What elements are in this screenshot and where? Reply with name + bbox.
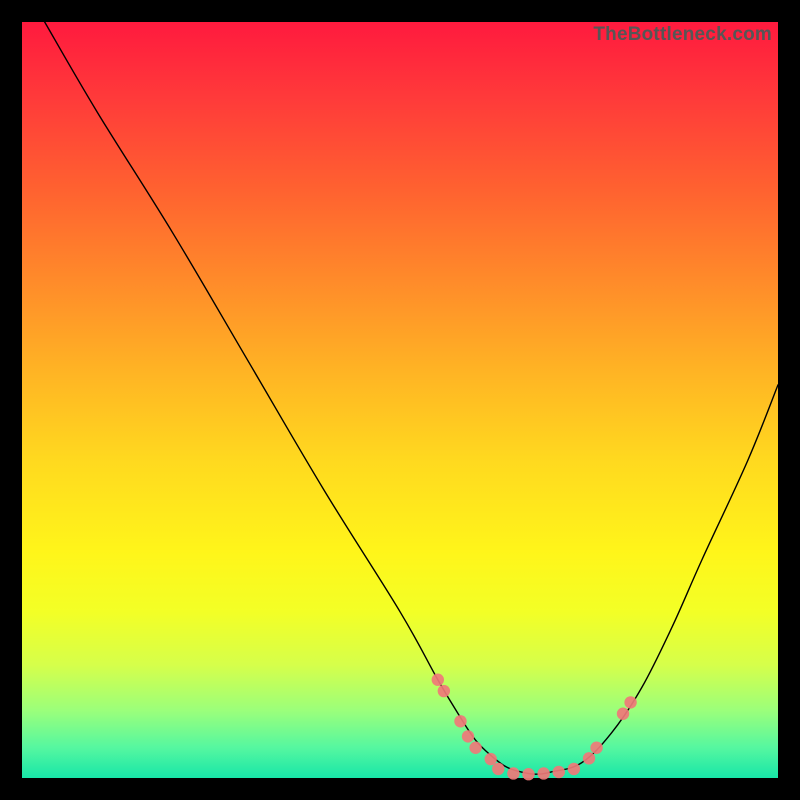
curve-marker [553, 766, 565, 778]
curve-markers [432, 674, 637, 781]
curve-marker [469, 742, 481, 754]
curve-marker [485, 753, 497, 765]
chart-frame: TheBottleneck.com [0, 0, 800, 800]
curve-marker [492, 763, 504, 775]
curve-marker [617, 708, 629, 720]
curve-marker [522, 768, 534, 780]
curve-marker [568, 763, 580, 775]
curve-marker [438, 685, 450, 697]
bottleneck-curve [45, 22, 778, 774]
curve-marker [432, 674, 444, 686]
curve-marker [590, 742, 602, 754]
curve-marker [583, 752, 595, 764]
chart-svg [22, 22, 778, 778]
curve-marker [537, 767, 549, 779]
curve-marker [462, 730, 474, 742]
curve-marker [507, 767, 519, 779]
curve-marker [624, 696, 636, 708]
curve-marker [454, 715, 466, 727]
chart-plot-area: TheBottleneck.com [22, 22, 778, 778]
